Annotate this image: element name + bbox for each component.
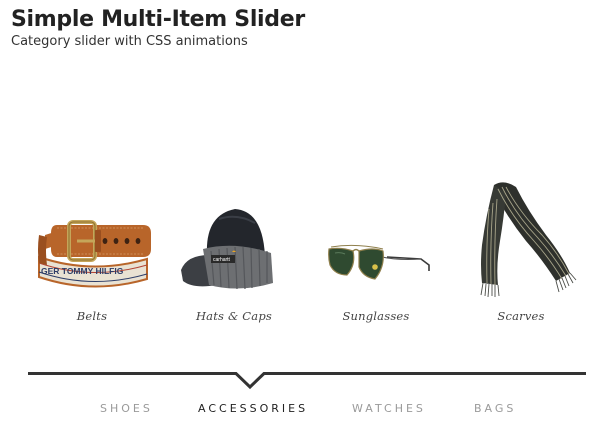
- slider-item-label: Scarves: [497, 309, 545, 323]
- slider-item-sunglasses[interactable]: Sunglasses: [301, 175, 451, 335]
- hat-icon: carhartt: [181, 209, 273, 290]
- page-subtitle: Category slider with CSS animations: [11, 34, 248, 49]
- belt-icon: GER TOMMY HILFIG: [38, 220, 151, 288]
- slider-item-belts[interactable]: GER TOMMY HILFIG Belts: [17, 175, 167, 335]
- slider-item-scarves[interactable]: Scarves: [446, 175, 596, 335]
- slider-item-label: Sunglasses: [342, 309, 410, 323]
- scarf-icon: [480, 182, 577, 298]
- svg-text:GER TOMMY HILFIG: GER TOMMY HILFIG: [41, 266, 124, 276]
- tab-accessories[interactable]: ACCESSORIES: [198, 402, 308, 415]
- tab-watches[interactable]: WATCHES: [352, 402, 426, 415]
- tab-shoes[interactable]: SHOES: [100, 402, 153, 415]
- page-title: Simple Multi-Item Slider: [11, 7, 305, 32]
- tab-bags[interactable]: BAGS: [474, 402, 516, 415]
- slider-item-hats-caps[interactable]: carhartt Hats & Caps: [159, 175, 309, 335]
- tab-indicator-divider: [28, 372, 586, 390]
- slider-item-label: Hats & Caps: [195, 309, 273, 323]
- category-slider: GER TOMMY HILFIG Belts carhartt Hats & C…: [0, 175, 600, 335]
- slider-item-label: Belts: [76, 309, 108, 323]
- sunglasses-icon: [328, 244, 430, 280]
- svg-text:carhartt: carhartt: [213, 257, 231, 263]
- category-tabs: SHOES ACCESSORIES WATCHES BAGS: [0, 402, 600, 420]
